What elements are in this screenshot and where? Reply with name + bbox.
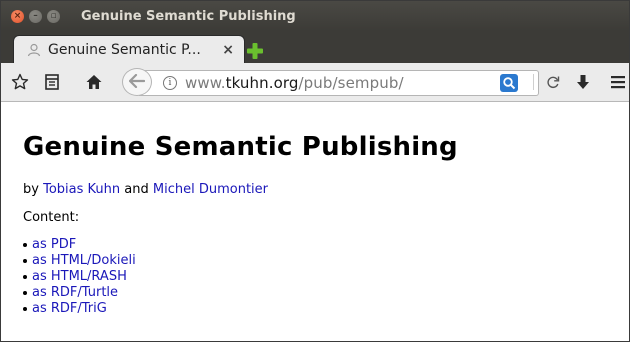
home-icon[interactable] bbox=[83, 71, 105, 93]
title-bar: × – ▫ Genuine Semantic Publishing bbox=[1, 1, 629, 31]
page-icon bbox=[26, 42, 42, 58]
url-path: /pub/sempub/ bbox=[298, 74, 404, 92]
tab-title: Genuine Semantic P... bbox=[48, 41, 201, 58]
link-rdf-trig[interactable]: as RDF/TriG bbox=[32, 301, 107, 317]
page-content: Genuine Semantic Publishing by Tobias Ku… bbox=[1, 132, 629, 317]
bullet bbox=[23, 275, 27, 279]
bookmark-star-icon[interactable] bbox=[9, 71, 31, 93]
author-link-tobias-kuhn[interactable]: Tobias Kuhn bbox=[43, 182, 120, 197]
list-item: as RDF/TriG bbox=[23, 301, 629, 317]
tab-strip: Genuine Semantic P... × bbox=[1, 31, 629, 63]
list-item: as HTML/RASH bbox=[23, 269, 629, 285]
back-arrow-icon bbox=[128, 73, 146, 92]
reading-list-icon[interactable] bbox=[41, 71, 63, 93]
link-pdf[interactable]: as PDF bbox=[32, 237, 76, 253]
byline-by: by bbox=[23, 182, 39, 197]
bullet bbox=[23, 259, 27, 263]
info-icon[interactable]: i bbox=[163, 76, 177, 90]
address-bar[interactable]: i www.tkuhn.org/pub/sempub/ bbox=[139, 70, 539, 96]
link-html-dokieli[interactable]: as HTML/Dokieli bbox=[32, 253, 136, 269]
bullet bbox=[23, 291, 27, 295]
format-link-list: as PDF as HTML/Dokieli as HTML/RASH as R… bbox=[23, 237, 629, 317]
search-icon[interactable] bbox=[500, 74, 518, 92]
bullet bbox=[23, 307, 27, 311]
window-title: Genuine Semantic Publishing bbox=[81, 8, 296, 24]
content-label: Content: bbox=[23, 210, 80, 225]
back-button[interactable] bbox=[122, 68, 152, 96]
maximize-window-button[interactable]: ▫ bbox=[47, 9, 60, 23]
plus-icon[interactable] bbox=[245, 41, 265, 61]
url-prefix: www. bbox=[185, 74, 226, 92]
list-item: as RDF/Turtle bbox=[23, 285, 629, 301]
download-icon[interactable] bbox=[572, 71, 594, 93]
page-title: Genuine Semantic Publishing bbox=[23, 132, 458, 162]
close-window-button[interactable]: × bbox=[11, 9, 24, 23]
url-text[interactable]: www.tkuhn.org/pub/sempub/ bbox=[185, 74, 404, 92]
list-item: as PDF bbox=[23, 237, 629, 253]
menu-icon[interactable] bbox=[607, 71, 629, 93]
byline-and: and bbox=[124, 182, 149, 197]
url-host: tkuhn.org bbox=[225, 74, 299, 92]
link-html-rash[interactable]: as HTML/RASH bbox=[32, 269, 127, 285]
browser-window: × – ▫ Genuine Semantic Publishing Genuin… bbox=[0, 0, 630, 342]
bullet bbox=[23, 243, 27, 247]
link-rdf-turtle[interactable]: as RDF/Turtle bbox=[32, 285, 118, 301]
author-link-michel-dumontier[interactable]: Michel Dumontier bbox=[153, 182, 268, 197]
minimize-window-button[interactable]: – bbox=[29, 9, 42, 23]
reload-icon[interactable] bbox=[543, 72, 563, 92]
byline: by Tobias Kuhn and Michel Dumontier bbox=[23, 182, 629, 197]
tab-active[interactable]: Genuine Semantic P... × bbox=[13, 35, 245, 63]
navigation-toolbar: i www.tkuhn.org/pub/sempub/ bbox=[1, 63, 629, 102]
toolbar-separator bbox=[533, 74, 534, 90]
tab-close-icon[interactable]: × bbox=[222, 42, 234, 58]
list-item: as HTML/Dokieli bbox=[23, 253, 629, 269]
